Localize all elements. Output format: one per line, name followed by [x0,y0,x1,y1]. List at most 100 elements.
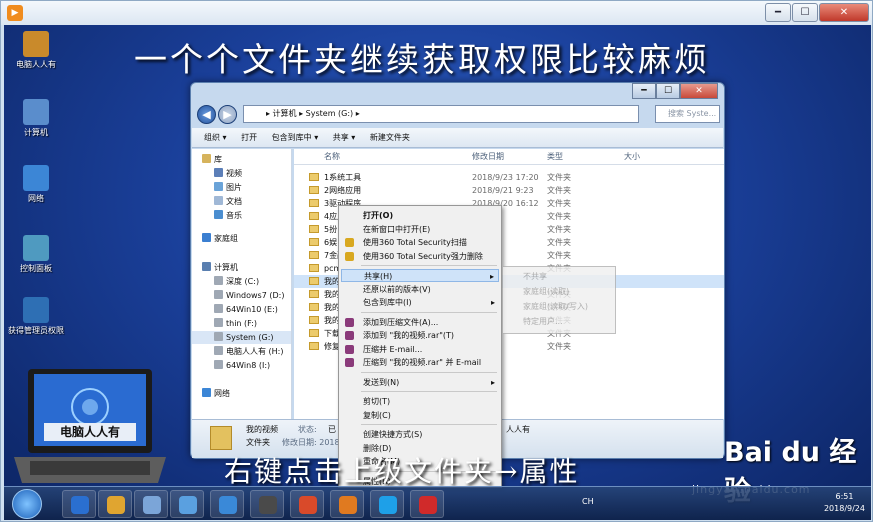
desktop-icon[interactable]: 网络 [4,165,68,204]
language-indicator[interactable]: CH [582,497,594,506]
menu-item[interactable]: 使用360 Total Security扫描 [341,236,499,249]
submenu-item[interactable]: 家庭组(读取/写入) [523,301,588,312]
nav-item[interactable]: thin (F:) [192,317,291,330]
submenu-item[interactable]: 不共享 [523,271,547,282]
menu-item[interactable]: 添加到 "我的视频.rar"(T) [341,329,499,342]
nav-item[interactable]: 网络 [192,387,291,400]
desktop-icon[interactable]: 计算机 [4,99,68,138]
nav-item[interactable]: 音乐 [192,209,291,222]
file-name: 5扮 [324,225,338,234]
file-type: 文件夹 [547,251,571,260]
taskbar-app-icon[interactable] [62,490,96,518]
taskbar-app-icon[interactable] [210,490,244,518]
address-bar-row: ◀ ▶ ▸ 计算机 ▸ System (G:) ▸ 搜索 Syste... [197,104,720,125]
nav-item[interactable]: 深度 (C:) [192,275,291,288]
close-button[interactable]: ✕ [819,3,869,22]
nav-item[interactable]: 计算机 [192,261,291,274]
player-window: ▶ ━ ☐ ✕ 电脑人人有 计算机 网络 控制面板 获得管理员权限 一个个文件夹继续获取… [0,0,873,522]
nav-item-icon [214,360,223,369]
menu-item-icon [345,317,354,327]
explorer-window-controls: ━ ☐ ✕ [632,83,718,99]
desktop-icon[interactable]: 控制面板 [4,235,68,274]
menu-item[interactable]: 打开(O) [341,209,499,222]
nav-item[interactable]: 家庭组 [192,232,291,245]
maximize-button[interactable]: ☐ [792,3,818,22]
nav-item-label: 家庭组 [214,234,238,243]
menu-item[interactable]: 压缩到 "我的视频.rar" 并 E-mail [341,356,499,369]
nav-item[interactable]: 视频 [192,167,291,180]
menu-item[interactable]: 发送到(N) ▸ [341,376,499,389]
file-row[interactable]: 2网络应用 2018/9/21 9:23 文件夹 [294,184,724,197]
desktop-icon[interactable]: 电脑人人有 [4,31,68,70]
menu-item[interactable]: 创建快捷方式(S) [341,428,499,441]
nav-item-label: 网络 [214,389,230,398]
system-clock[interactable]: 6:51 2018/9/24 [824,491,865,515]
menu-item[interactable]: 添加到压缩文件(A)... [341,316,499,329]
file-name: 6娱 [324,238,338,247]
taskbar-app-icon[interactable] [98,490,132,518]
nav-item-icon [202,262,211,271]
column-headers: 名称 修改日期 类型 大小 [294,149,724,165]
organize-button[interactable]: 组织 ▾ [204,128,227,148]
video-screen: 电脑人人有 计算机 网络 控制面板 获得管理员权限 一个个文件夹继续获取权限比较麻烦 电… [4,25,871,520]
nav-item[interactable]: 文档 [192,195,291,208]
taskbar-app-icon[interactable] [170,490,204,518]
taskbar-app-icon[interactable] [330,490,364,518]
menu-item[interactable]: 使用360 Total Security强力删除 [341,250,499,263]
menu-item[interactable]: 还原以前的版本(V) [341,283,499,296]
search-input[interactable]: 搜索 Syste... [655,105,720,123]
start-button[interactable] [12,489,42,519]
minimize-button[interactable]: ━ [765,3,791,22]
desktop-icon[interactable]: 获得管理员权限 [4,297,68,336]
explorer-maximize-button[interactable]: ☐ [656,83,680,99]
menu-item-label: 使用360 Total Security强力删除 [363,251,483,261]
nav-item[interactable]: 64Win10 (E:) [192,303,291,316]
open-button[interactable]: 打开 [241,128,257,148]
share-button[interactable]: 共享 ▾ [333,128,356,148]
file-row[interactable]: 1系统工具 2018/9/23 17:20 文件夹 [294,171,724,184]
new-folder-button[interactable]: 新建文件夹 [370,128,410,148]
back-icon[interactable]: ◀ [197,105,216,124]
file-type: 文件夹 [547,199,571,208]
submenu-item[interactable]: 家庭组(读取) [523,286,569,297]
menu-item[interactable]: 共享(H) ▸ [341,269,499,282]
nav-item[interactable]: 64Win8 (I:) [192,359,291,372]
column-type[interactable]: 类型 [547,149,563,165]
app-icon [259,496,277,514]
nav-item[interactable]: 图片 [192,181,291,194]
menu-item[interactable]: 包含到库中(I) ▸ [341,296,499,309]
column-size[interactable]: 大小 [624,149,640,165]
taskbar-app-icon[interactable] [250,490,284,518]
context-menu: 打开(O) 在新窗口中打开(E) 使用360 Total Security扫描 使用3… [338,205,502,488]
nav-item[interactable]: 库 [192,153,291,166]
nav-item[interactable]: 电脑人人有 (H:) [192,345,291,358]
menu-item[interactable]: 压缩并 E-mail... [341,343,499,356]
nav-item[interactable]: System (G:) [192,331,291,344]
column-date[interactable]: 修改日期 [472,149,504,165]
menu-item-label: 还原以前的版本(V) [363,284,431,294]
include-in-library-button[interactable]: 包含到库中 ▾ [272,128,319,148]
menu-item[interactable]: 剪切(T) [341,395,499,408]
taskbar-app-icon[interactable] [290,490,324,518]
desktop-item-icon [23,99,49,125]
taskbar-app-icon[interactable] [370,490,404,518]
nav-item[interactable]: Windows7 (D:) [192,289,291,302]
taskbar-app-icon[interactable] [134,490,168,518]
nav-item-label: 64Win8 (I:) [226,361,271,370]
nav-item-label: 文档 [226,197,242,206]
menu-item[interactable]: 复制(C) [341,409,499,422]
explorer-minimize-button[interactable]: ━ [632,83,656,99]
nav-item-icon [214,276,223,285]
submenu-item[interactable]: 特定用户... [523,316,563,327]
menu-item[interactable]: 在新窗口中打开(E) [341,223,499,236]
file-type: 文件夹 [547,342,571,351]
folder-icon [309,173,319,181]
explorer-close-button[interactable]: ✕ [680,83,718,99]
taskbar-app-icon[interactable] [410,490,444,518]
folder-icon [309,225,319,233]
column-name[interactable]: 名称 [324,149,340,165]
forward-icon[interactable]: ▶ [218,105,237,124]
address-input[interactable]: ▸ 计算机 ▸ System (G:) ▸ [243,105,639,123]
folder-icon [309,342,319,350]
nav-item-icon [214,196,223,205]
